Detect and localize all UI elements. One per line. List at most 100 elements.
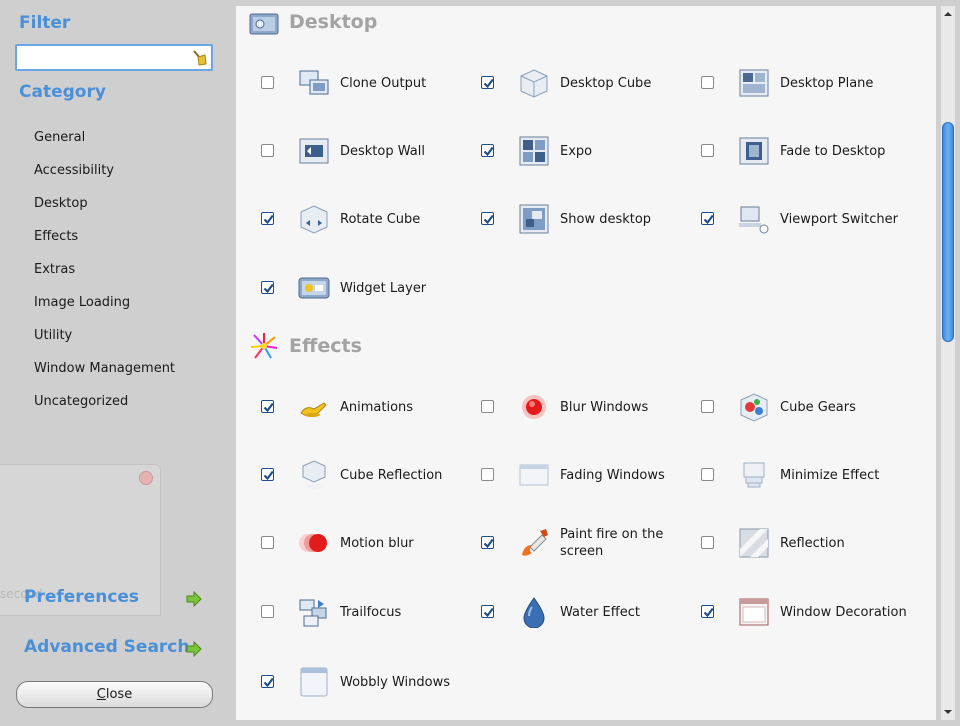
plugin-item[interactable]: Cube Gears (701, 382, 911, 432)
plugin-checkbox[interactable] (701, 536, 714, 549)
plugin-checkbox-checked[interactable] (481, 76, 494, 89)
category-item[interactable]: Accessibility (34, 161, 175, 194)
plugin-item[interactable]: Fade to Desktop (701, 126, 911, 176)
plugin-checkbox-checked[interactable] (701, 605, 714, 618)
clear-broom-icon[interactable] (190, 49, 208, 67)
plugin-checkbox[interactable] (701, 400, 714, 413)
plugin-item[interactable]: Paint fire on the screen (481, 518, 691, 568)
plugin-checkbox[interactable] (481, 400, 494, 413)
ghost-close-icon (139, 471, 153, 485)
plugin-item[interactable]: Clone Output (261, 58, 471, 108)
plugin-item[interactable]: Window Decoration (701, 587, 911, 637)
plugin-label[interactable]: Water Effect (560, 587, 690, 637)
plugin-checkbox-checked[interactable] (481, 212, 494, 225)
filter-field[interactable] (15, 44, 213, 71)
plugin-label[interactable]: Motion blur (340, 518, 470, 568)
plugin-checkbox-checked[interactable] (481, 605, 494, 618)
plugin-label[interactable]: Expo (560, 126, 690, 176)
plugin-checkbox-checked[interactable] (261, 212, 274, 225)
plugin-label[interactable]: Rotate Cube (340, 194, 470, 244)
plugin-item[interactable]: Desktop Wall (261, 126, 471, 176)
plugin-item[interactable]: Trailfocus (261, 587, 471, 637)
clone-output-icon (298, 67, 330, 99)
plugin-checkbox[interactable] (261, 144, 274, 157)
category-item[interactable]: Extras (34, 260, 175, 293)
plugin-label[interactable]: Reflection (780, 518, 910, 568)
category-item[interactable]: Utility (34, 326, 175, 359)
plugin-label[interactable]: Cube Reflection (340, 450, 470, 500)
plugin-checkbox-checked[interactable] (481, 144, 494, 157)
plugin-label[interactable]: Trailfocus (340, 587, 470, 637)
plugin-label[interactable]: Cube Gears (780, 382, 910, 432)
scroll-thumb[interactable] (942, 122, 954, 342)
scroll-up-icon[interactable] (943, 8, 953, 18)
plugin-item[interactable]: Minimize Effect (701, 450, 911, 500)
plugin-item[interactable]: Water Effect (481, 587, 691, 637)
advanced-search-link[interactable]: Advanced Search (24, 637, 189, 657)
plugin-item[interactable]: Desktop Plane (701, 58, 911, 108)
advanced-search-arrow-icon[interactable] (185, 640, 203, 658)
plugin-item[interactable]: Rotate Cube (261, 194, 471, 244)
plugin-item[interactable]: Reflection (701, 518, 911, 568)
plugin-item[interactable]: Viewport Switcher (701, 194, 911, 244)
plugin-item[interactable]: Animations (261, 382, 471, 432)
plugin-item[interactable]: Expo (481, 126, 691, 176)
plugin-label[interactable]: Minimize Effect (780, 450, 910, 500)
category-item[interactable]: Window Management (34, 359, 175, 392)
plugin-checkbox[interactable] (701, 76, 714, 89)
category-item[interactable]: Uncategorized (34, 392, 175, 425)
plugin-checkbox[interactable] (701, 144, 714, 157)
plugin-label[interactable]: Viewport Switcher (780, 194, 910, 244)
plugin-label[interactable]: Desktop Cube (560, 58, 690, 108)
close-button[interactable]: Close (16, 681, 213, 708)
plugin-item[interactable]: Desktop Cube (481, 58, 691, 108)
plugin-item[interactable]: Widget Layer (261, 263, 471, 313)
category-item[interactable]: Image Loading (34, 293, 175, 326)
category-item[interactable]: General (34, 128, 175, 161)
plugin-checkbox-checked[interactable] (701, 212, 714, 225)
plugin-checkbox[interactable] (261, 76, 274, 89)
expo-icon (518, 135, 550, 167)
plugin-item[interactable]: Wobbly Windows (261, 657, 471, 707)
category-item[interactable]: Effects (34, 227, 175, 260)
paint-fire-icon (518, 527, 550, 559)
plugin-label[interactable]: Window Decoration (780, 587, 910, 637)
plugin-checkbox-checked[interactable] (261, 281, 274, 294)
plugin-checkbox-checked[interactable] (481, 536, 494, 549)
plugin-checkbox-checked[interactable] (261, 468, 274, 481)
plugin-label[interactable]: Paint fire on the screen (560, 518, 690, 568)
viewport-switcher-icon (738, 203, 770, 235)
plugin-item[interactable]: Blur Windows (481, 382, 691, 432)
plugin-label[interactable]: Wobbly Windows (340, 657, 470, 707)
plugin-checkbox[interactable] (481, 468, 494, 481)
plugin-checkbox-checked[interactable] (261, 400, 274, 413)
plugin-item[interactable]: Fading Windows (481, 450, 691, 500)
plugin-label[interactable]: Blur Windows (560, 382, 690, 432)
preferences-arrow-icon[interactable] (185, 590, 203, 608)
rotate-cube-icon (298, 203, 330, 235)
plugin-label[interactable]: Clone Output (340, 58, 470, 108)
plugin-checkbox[interactable] (701, 468, 714, 481)
plugin-label[interactable]: Desktop Plane (780, 58, 910, 108)
scroll-down-icon[interactable] (943, 706, 953, 716)
sidebar: Filter Category General Accessibility Desk… (0, 0, 236, 726)
close-label-rest: lose (105, 687, 133, 702)
plugin-label[interactable]: Fading Windows (560, 450, 690, 500)
category-heading: Category (19, 82, 106, 102)
plugin-checkbox-checked[interactable] (261, 675, 274, 688)
fade-to-desktop-icon (738, 135, 770, 167)
preferences-link[interactable]: Preferences (24, 587, 139, 607)
plugin-label[interactable]: Fade to Desktop (780, 126, 910, 176)
vertical-scrollbar[interactable] (940, 6, 955, 720)
plugin-item[interactable]: Motion blur (261, 518, 471, 568)
plugin-checkbox[interactable] (261, 605, 274, 618)
plugin-checkbox[interactable] (261, 536, 274, 549)
plugin-label[interactable]: Widget Layer (340, 263, 470, 313)
plugin-item[interactable]: Cube Reflection (261, 450, 471, 500)
plugin-item[interactable]: Show desktop (481, 194, 691, 244)
plugin-label[interactable]: Desktop Wall (340, 126, 470, 176)
category-item[interactable]: Desktop (34, 194, 175, 227)
filter-input[interactable] (21, 49, 181, 66)
plugin-label[interactable]: Show desktop (560, 194, 690, 244)
plugin-label[interactable]: Animations (340, 382, 470, 432)
